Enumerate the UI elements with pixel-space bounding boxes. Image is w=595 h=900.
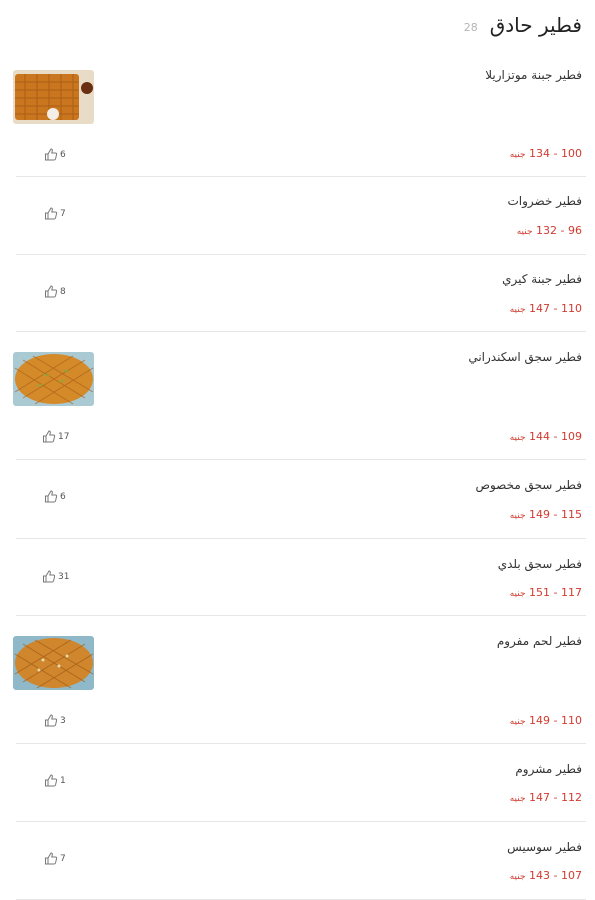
like-button[interactable]: 6	[44, 490, 66, 503]
menu-item[interactable]: فطير سجق مخصوص 115 - 149 جنيه 6	[16, 460, 586, 539]
thumbs-up-icon	[45, 148, 58, 161]
item-price: 117 - 151 جنيه	[508, 586, 582, 599]
menu-item[interactable]: فطير لحم مفروم 110 - 149 جنيه 3	[13, 616, 586, 744]
price-range: 115 - 149	[529, 508, 582, 521]
like-count: 6	[60, 491, 66, 502]
item-name[interactable]: فطير سجق مخصوص	[475, 478, 582, 492]
thumbs-up-icon	[43, 570, 56, 583]
thumbs-up-icon	[45, 774, 58, 787]
item-price: 115 - 149 جنيه	[508, 508, 582, 521]
currency-label: جنيه	[509, 511, 526, 521]
like-count: 7	[60, 208, 66, 219]
currency-label: جنيه	[509, 150, 526, 160]
currency-label: جنيه	[509, 433, 526, 443]
item-photo[interactable]	[13, 636, 94, 690]
thumbs-up-icon	[45, 207, 58, 220]
menu-item[interactable]: فطير جبنة كيري 110 - 147 جنيه 8	[16, 255, 586, 332]
thumbs-up-icon	[45, 852, 58, 865]
like-button[interactable]: 7	[44, 852, 66, 865]
item-name[interactable]: فطير خضروات	[507, 194, 582, 208]
like-button[interactable]: 1	[44, 774, 66, 787]
currency-label: جنيه	[516, 227, 533, 237]
item-name[interactable]: فطير لحم مفروم	[497, 634, 582, 648]
like-button[interactable]: 17	[42, 430, 69, 443]
item-name[interactable]: فطير جبنة موتزاريلا	[485, 68, 582, 82]
menu-item[interactable]: فطير جبنة موتزاريلا 100 - 134 جنيه 6	[13, 57, 586, 177]
currency-label: جنيه	[509, 794, 526, 804]
currency-label: جنيه	[509, 589, 526, 599]
item-price: 96 - 132 جنيه	[515, 224, 582, 237]
item-photo[interactable]	[13, 70, 94, 124]
price-range: 110 - 147	[529, 302, 582, 315]
item-price: 110 - 147 جنيه	[508, 302, 582, 315]
thumbs-up-icon	[43, 430, 56, 443]
like-count: 3	[60, 715, 66, 726]
price-range: 100 - 134	[529, 147, 582, 160]
item-name[interactable]: فطير سوسيس	[507, 840, 582, 854]
like-button[interactable]: 31	[42, 570, 69, 583]
like-count: 1	[60, 775, 66, 786]
like-button[interactable]: 7	[44, 207, 66, 220]
price-range: 96 - 132	[536, 224, 582, 237]
item-name[interactable]: فطير سجق اسكندراني	[468, 350, 582, 364]
item-name[interactable]: فطير سجق بلدي	[498, 557, 582, 571]
item-price: 112 - 147 جنيه	[508, 791, 582, 804]
currency-label: جنيه	[509, 717, 526, 727]
like-count: 17	[58, 431, 70, 442]
like-count: 7	[60, 853, 66, 864]
item-name[interactable]: فطير جبنة كيري	[502, 272, 582, 286]
thumbs-up-icon	[45, 285, 58, 298]
menu-item[interactable]: فطير مشروم 112 - 147 جنيه 1	[16, 744, 586, 822]
price-range: 109 - 144	[529, 430, 582, 443]
price-range: 110 - 149	[529, 714, 582, 727]
item-price: 100 - 134 جنيه	[508, 147, 582, 160]
currency-label: جنيه	[509, 872, 526, 882]
currency-label: جنيه	[509, 305, 526, 315]
menu-item[interactable]: فطير سجق اسكندراني 109 - 144 جنيه 17	[13, 332, 586, 460]
price-range: 117 - 151	[529, 586, 582, 599]
item-price: 109 - 144 جنيه	[508, 430, 582, 443]
item-price: 110 - 149 جنيه	[508, 714, 582, 727]
like-button[interactable]: 3	[44, 714, 66, 727]
item-photo[interactable]	[13, 352, 94, 406]
like-button[interactable]: 6	[44, 148, 66, 161]
category-header: فطير حادق 28	[13, 10, 582, 40]
item-name[interactable]: فطير مشروم	[515, 762, 582, 776]
price-range: 112 - 147	[529, 791, 582, 804]
like-count: 6	[60, 149, 66, 160]
item-price: 107 - 143 جنيه	[508, 869, 582, 882]
item-count: 28	[463, 20, 478, 34]
menu-item[interactable]: فطير سجق بلدي 117 - 151 جنيه 31	[16, 539, 586, 616]
like-button[interactable]: 8	[44, 285, 66, 298]
like-count: 31	[58, 571, 70, 582]
menu-item[interactable]: فطير سوسيس 107 - 143 جنيه 7	[16, 822, 586, 900]
category-title: فطير حادق	[489, 13, 582, 37]
like-count: 8	[60, 286, 66, 297]
menu-item[interactable]: فطير خضروات 96 - 132 جنيه 7	[16, 177, 586, 255]
thumbs-up-icon	[45, 714, 58, 727]
thumbs-up-icon	[45, 490, 58, 503]
price-range: 107 - 143	[529, 869, 582, 882]
menu-list: فطير جبنة موتزاريلا 100 - 134 جنيه 6 فطي…	[13, 57, 586, 900]
